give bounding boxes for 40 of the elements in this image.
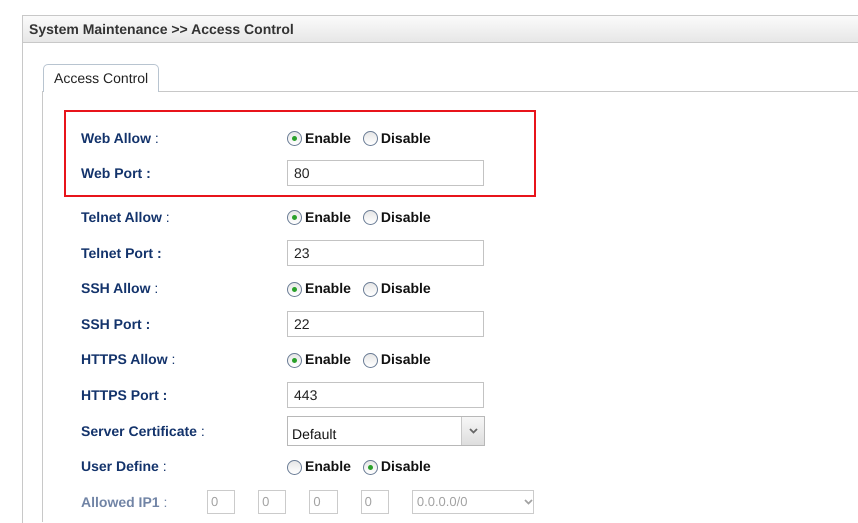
field-label: Allowed IP1 : [81,494,168,510]
radio-button[interactable] [362,460,378,475]
field-label: Telnet Port : [81,244,163,261]
radio-button[interactable] [362,352,378,368]
field-label: Web Allow : [81,130,160,146]
radio-button[interactable] [287,131,302,146]
tab[interactable]: Access Control [43,64,160,92]
radio-label: Enable [305,458,351,474]
field-label: Server Certificate : [81,422,206,439]
field-label: User Define : [81,458,168,474]
radio-label: Disable [380,458,431,474]
radio-label: Disable [380,208,431,225]
port-input[interactable]: 22 [287,310,484,337]
port-input[interactable]: 443 [287,382,484,408]
chevron-down-icon [524,498,534,505]
radio-button[interactable] [287,210,302,226]
radio-button[interactable] [287,282,302,297]
port-input[interactable]: 23 [287,240,484,266]
radio-button[interactable] [287,460,302,475]
chevron-down-icon [468,428,478,434]
radio-label: Enable [305,208,351,225]
field-label: Telnet Allow : [81,208,171,225]
radio-label: Disable [380,130,431,146]
field-label: SSH Port : [81,316,152,332]
field-label: HTTPS Allow : [81,351,176,368]
field-label: HTTPS Port : [81,386,168,403]
page-title: System Maintenance >> Access Control [23,16,858,43]
radio-button[interactable] [362,210,378,226]
radio-button[interactable] [362,131,378,146]
radio-label: Enable [305,351,351,368]
field-label: SSH Allow : [81,280,160,296]
radio-label: Disable [380,280,431,296]
certificate-dropdown[interactable]: Default [287,416,485,446]
radio-button[interactable] [362,282,378,297]
radio-button[interactable] [287,352,302,368]
radio-label: Enable [305,280,351,296]
radio-label: Disable [380,351,431,368]
port-input[interactable]: 80 [287,160,484,186]
radio-label: Enable [305,130,351,146]
field-label: Web Port : [81,165,152,182]
